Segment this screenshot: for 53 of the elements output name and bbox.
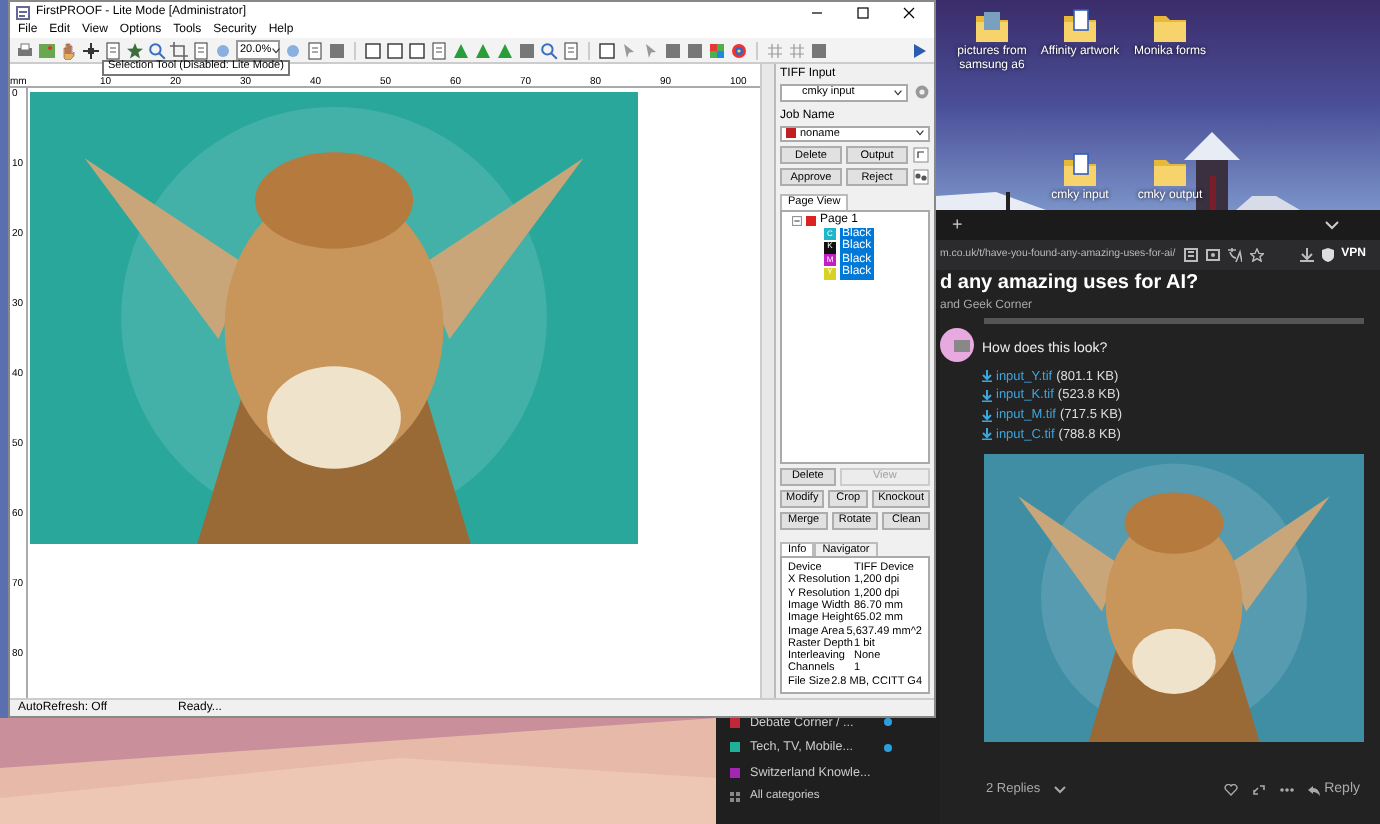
download-icon[interactable]	[1299, 248, 1314, 262]
caret-icon	[916, 130, 924, 137]
screenshot-icon[interactable]	[1205, 248, 1220, 262]
download-icon	[982, 370, 992, 383]
download-icon	[982, 389, 992, 402]
square-icon[interactable]	[328, 41, 346, 59]
caret-icon	[894, 89, 902, 96]
download-icon	[982, 428, 992, 441]
export-icon[interactable]	[912, 146, 930, 165]
scrollbar[interactable]	[760, 64, 774, 698]
settings-icon[interactable]	[914, 84, 930, 101]
star-icon[interactable]	[126, 41, 144, 59]
image-icon[interactable]	[38, 41, 56, 59]
crop-icon[interactable]	[170, 41, 188, 59]
link-icon[interactable]	[912, 168, 930, 187]
download-icon	[982, 409, 992, 422]
caret-icon	[271, 47, 280, 53]
reply-arrow-icon	[1308, 785, 1321, 796]
square-icon[interactable]	[686, 41, 704, 59]
collapse-icon[interactable]	[792, 216, 802, 227]
document-folder-icon[interactable]	[1062, 8, 1098, 44]
page-icon[interactable]	[430, 41, 448, 59]
color-wheel-icon[interactable]	[730, 41, 748, 59]
search-icon[interactable]	[540, 41, 558, 59]
page-icon	[806, 216, 816, 227]
move-icon[interactable]	[82, 41, 100, 59]
shield-icon	[1321, 248, 1334, 262]
heart-icon[interactable]	[1224, 784, 1239, 797]
new-tab-button[interactable]: +	[952, 214, 963, 236]
frame-icon[interactable]	[598, 41, 616, 59]
avatar-icon[interactable]	[940, 328, 974, 363]
star-icon[interactable]	[1249, 248, 1264, 262]
printer-icon[interactable]	[16, 41, 34, 59]
maximize-icon[interactable]	[856, 5, 870, 19]
search-icon[interactable]	[148, 41, 166, 59]
page-icon[interactable]	[192, 41, 210, 59]
reader-icon[interactable]	[1183, 248, 1198, 262]
translate-icon[interactable]	[1227, 248, 1242, 262]
chevron-down-icon[interactable]	[1324, 219, 1340, 231]
grid-icon	[730, 792, 740, 803]
photo-folder-icon[interactable]	[974, 8, 1010, 44]
square-icon[interactable]	[518, 41, 536, 59]
palette-icon[interactable]	[708, 41, 726, 59]
link-icon[interactable]	[1252, 784, 1267, 797]
more-icon[interactable]	[1280, 788, 1295, 793]
topic-title: d any amazing uses for AI?	[940, 272, 1201, 295]
chevron-down-icon[interactable]	[1054, 786, 1067, 795]
close-icon[interactable]	[902, 5, 916, 19]
page-icon[interactable]	[562, 41, 580, 59]
square-icon[interactable]	[664, 41, 682, 59]
page-icon[interactable]	[306, 41, 324, 59]
square-icon[interactable]	[810, 41, 828, 59]
document-folder-icon[interactable]	[1062, 152, 1098, 188]
